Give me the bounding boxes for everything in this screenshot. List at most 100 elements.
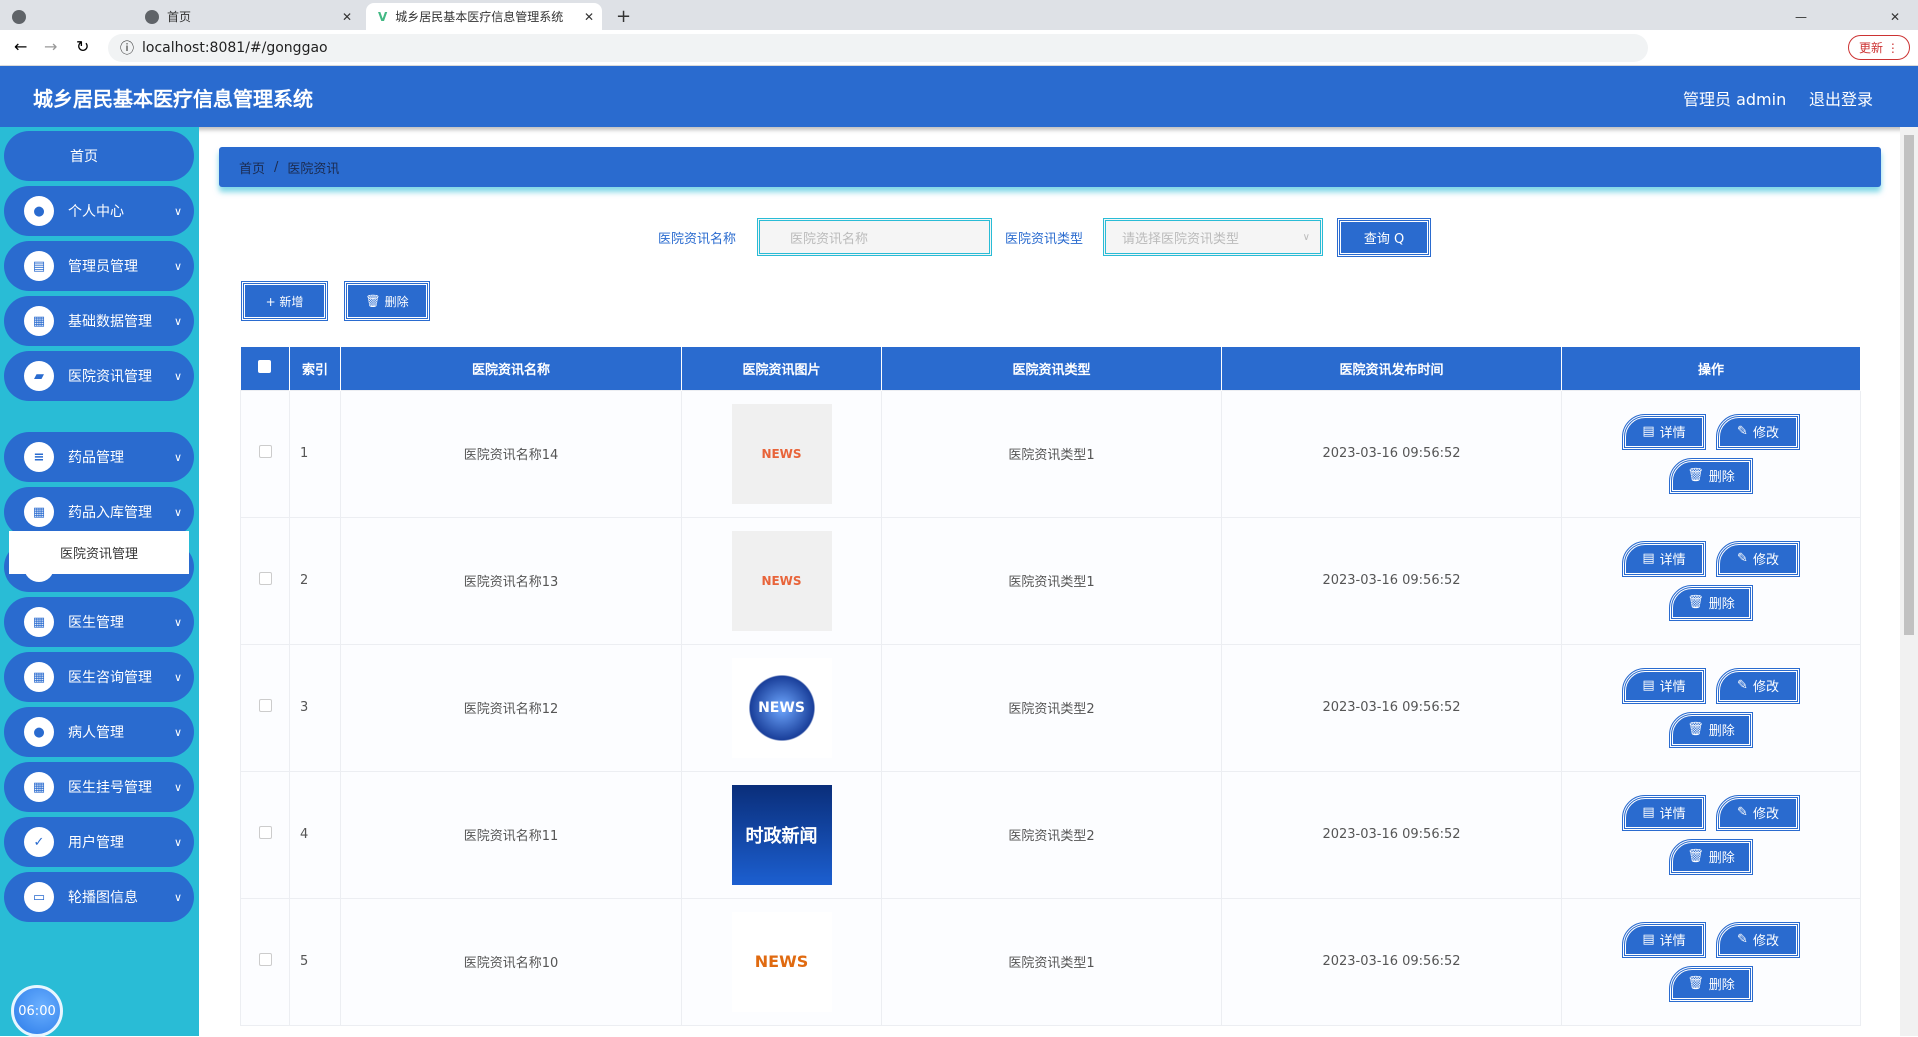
detail-button[interactable]: ▤ 详情 xyxy=(1622,667,1706,704)
trash-icon: 🗑 xyxy=(1687,849,1704,864)
sidebar-item[interactable]: ≡ 药品管理 ∨ xyxy=(4,432,194,482)
detail-button[interactable]: ▤ 详情 xyxy=(1622,794,1706,831)
detail-label: 详情 xyxy=(1659,680,1686,695)
row-actions: ▤ 详情 ✎ 修改 🗑 删除 xyxy=(1561,897,1861,1026)
sidebar-item[interactable]: ▦ 医生挂号管理 ∨ xyxy=(4,762,194,812)
edit-label: 修改 xyxy=(1752,553,1779,568)
sidebar-item[interactable]: ✓ 用户管理 ∨ xyxy=(4,817,194,867)
query-button[interactable]: 查询 Q xyxy=(1337,218,1431,257)
row-index: 1 xyxy=(289,389,341,518)
trash-icon: 🗑 xyxy=(365,294,381,308)
minimize-button[interactable]: — xyxy=(1795,3,1807,30)
new-tab-button[interactable]: + xyxy=(616,3,631,30)
select-all-checkbox[interactable] xyxy=(240,347,290,390)
tab-active[interactable]: V 城乡居民基本医疗信息管理系统 ✕ xyxy=(366,3,602,30)
sidebar-item-label: 药品入库管理 xyxy=(68,505,152,521)
edit-button[interactable]: ✎ 修改 xyxy=(1716,794,1800,831)
close-window-button[interactable]: ✕ xyxy=(1890,3,1900,30)
header-name[interactable]: 医院资讯名称 xyxy=(340,347,682,390)
close-icon[interactable]: ✕ xyxy=(584,10,594,24)
close-icon[interactable]: ✕ xyxy=(342,10,352,24)
chevron-down-icon: ∨ xyxy=(173,505,182,519)
row-checkbox[interactable] xyxy=(240,516,290,645)
clipboard-icon: ▤ xyxy=(24,251,54,281)
sidebar-item[interactable]: ● 病人管理 ∨ xyxy=(4,707,194,757)
pencil-icon: ✎ xyxy=(1737,805,1748,820)
name-search-label: 医院资讯名称 xyxy=(658,232,737,247)
forward-icon[interactable]: → xyxy=(44,37,57,56)
chevron-down-icon: ∨ xyxy=(173,615,182,629)
sidebar-item[interactable]: ▭ 轮播图信息 ∨ xyxy=(4,872,194,922)
sidebar-item[interactable]: ▦ 基础数据管理 ∨ xyxy=(4,296,194,346)
chevron-down-icon: ∨ xyxy=(173,890,182,904)
detail-button[interactable]: ▤ 详情 xyxy=(1622,540,1706,577)
detail-label: 详情 xyxy=(1659,426,1686,441)
header-type[interactable]: 医院资讯类型 xyxy=(881,347,1222,390)
submenu-item-news-management[interactable]: 医院资讯管理 xyxy=(9,531,189,574)
sidebar-item[interactable]: ● 个人中心 ∨ xyxy=(4,186,194,236)
breadcrumb-home[interactable]: 首页 xyxy=(239,158,265,177)
add-button[interactable]: + 新增 xyxy=(241,281,328,321)
edit-button[interactable]: ✎ 修改 xyxy=(1716,413,1800,450)
news-thumbnail[interactable]: NEWS xyxy=(731,911,832,1012)
scrollbar-thumb[interactable] xyxy=(1904,135,1914,635)
trash-icon: 🗑 xyxy=(1687,468,1704,483)
header-time[interactable]: 医院资讯发布时间 xyxy=(1221,347,1562,390)
grid-icon: ▦ xyxy=(24,662,54,692)
news-thumbnail[interactable]: 时政新闻 xyxy=(731,784,832,885)
logout-link[interactable]: 退出登录 xyxy=(1809,86,1873,110)
edit-button[interactable]: ✎ 修改 xyxy=(1716,667,1800,704)
document-icon: ▤ xyxy=(1642,551,1655,566)
delete-button[interactable]: 🗑 删除 xyxy=(1669,711,1753,748)
sidebar-item[interactable]: ▦ 医生咨询管理 ∨ xyxy=(4,652,194,702)
type-select[interactable]: 请选择医院资讯类型 ∨ xyxy=(1103,218,1323,256)
delete-button[interactable]: 🗑 删除 xyxy=(1669,965,1753,1002)
news-thumbnail[interactable]: NEWS xyxy=(731,657,832,758)
row-image-cell: NEWS xyxy=(681,516,882,645)
sidebar-item-label: 药品管理 xyxy=(68,450,124,466)
detail-label: 详情 xyxy=(1659,553,1686,568)
row-index: 5 xyxy=(289,897,341,1026)
chevron-down-icon: ∨ xyxy=(173,314,182,328)
back-icon[interactable]: ← xyxy=(14,37,27,56)
row-time: 2023-03-16 09:56:52 xyxy=(1221,643,1562,772)
chevron-down-icon: ∨ xyxy=(1302,231,1310,243)
sidebar-item[interactable]: ▦ 医生管理 ∨ xyxy=(4,597,194,647)
update-button[interactable]: 更新 ⋮ xyxy=(1848,35,1910,60)
row-checkbox[interactable] xyxy=(240,389,290,518)
delete-label: 删除 xyxy=(1708,597,1735,612)
table-row: 4 医院资讯名称11 时政新闻 医院资讯类型2 2023-03-16 09:56… xyxy=(240,770,1861,899)
reload-icon[interactable]: ↻ xyxy=(76,37,89,56)
tab-home[interactable]: 首页 ✕ xyxy=(135,3,360,30)
delete-button[interactable]: 🗑 删除 xyxy=(1669,457,1753,494)
detail-button[interactable]: ▤ 详情 xyxy=(1622,413,1706,450)
news-table: 索引 医院资讯名称 医院资讯图片 医院资讯类型 医院资讯发布时间 操作 1 医院… xyxy=(240,347,1861,1026)
news-thumbnail[interactable]: NEWS xyxy=(731,403,832,504)
sidebar-item-home[interactable]: 首页 xyxy=(4,131,194,181)
tab-label: 首页 xyxy=(167,10,192,24)
row-checkbox[interactable] xyxy=(240,897,290,1026)
grid-icon: ▦ xyxy=(24,306,54,336)
tab-pinned[interactable] xyxy=(12,3,26,30)
row-checkbox[interactable] xyxy=(240,643,290,772)
row-checkbox[interactable] xyxy=(240,770,290,899)
sidebar-item[interactable]: ▦ 药品入库管理 ∨ xyxy=(4,487,194,537)
header-actions: 操作 xyxy=(1561,347,1861,390)
news-thumbnail[interactable]: NEWS xyxy=(731,530,832,631)
vue-icon: V xyxy=(378,9,388,24)
table-row: 5 医院资讯名称10 NEWS 医院资讯类型1 2023-03-16 09:56… xyxy=(240,897,1861,1026)
url-input[interactable]: ⓘ localhost:8081/#/gonggao xyxy=(108,34,1648,62)
row-name: 医院资讯名称14 xyxy=(340,389,682,518)
trash-icon: 🗑 xyxy=(1687,976,1704,991)
header-index: 索引 xyxy=(289,347,341,390)
delete-button[interactable]: 🗑 删除 xyxy=(1669,838,1753,875)
delete-label: 删除 xyxy=(1708,978,1735,993)
edit-button[interactable]: ✎ 修改 xyxy=(1716,921,1800,958)
detail-button[interactable]: ▤ 详情 xyxy=(1622,921,1706,958)
batch-delete-button[interactable]: 🗑 删除 xyxy=(344,281,430,321)
name-search-input[interactable]: 医院资讯名称 xyxy=(757,218,992,256)
edit-button[interactable]: ✎ 修改 xyxy=(1716,540,1800,577)
sidebar-item[interactable]: ▰ 医院资讯管理 ∨ xyxy=(4,351,194,401)
delete-button[interactable]: 🗑 删除 xyxy=(1669,584,1753,621)
sidebar-item[interactable]: ▤ 管理员管理 ∨ xyxy=(4,241,194,291)
